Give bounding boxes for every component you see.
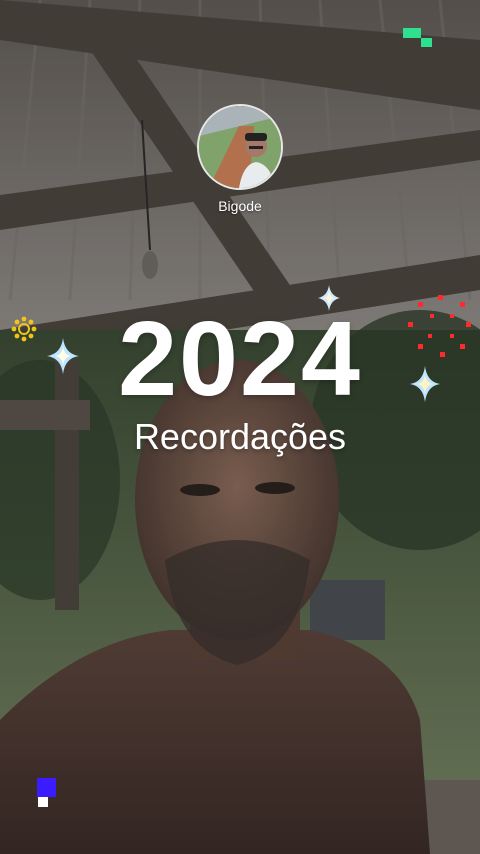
avatar[interactable] bbox=[197, 104, 283, 190]
avatar-photo bbox=[199, 106, 281, 188]
username-label[interactable]: Bigode bbox=[0, 198, 480, 214]
story-viewer[interactable]: Bigode 2024 Recordações bbox=[0, 0, 480, 854]
year-title: 2024 bbox=[118, 300, 362, 418]
pixel-block-icon bbox=[38, 797, 48, 807]
pixel-block-icon bbox=[403, 28, 421, 38]
pixel-block-icon bbox=[421, 38, 432, 47]
recollections-subtitle: Recordações bbox=[133, 416, 347, 457]
pixel-block-icon bbox=[37, 778, 56, 797]
